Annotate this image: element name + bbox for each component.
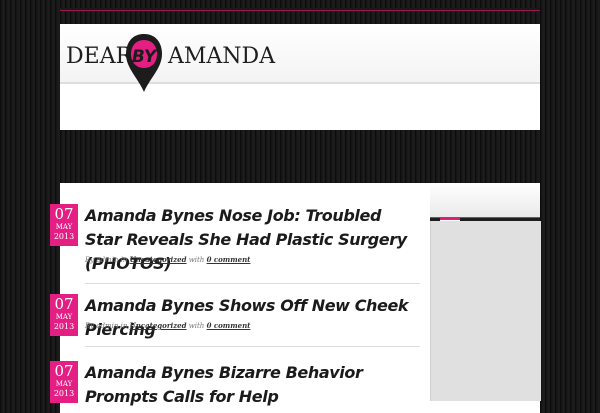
- date-badge: 07 MAY 2013: [50, 361, 78, 403]
- comments-link[interactable]: 0 comment: [207, 255, 251, 264]
- date-badge: 07 MAY 2013: [50, 294, 78, 336]
- category-link[interactable]: Uncategorized: [130, 255, 187, 264]
- date-year: 2013: [53, 389, 75, 398]
- post-meta: By admin in Uncategorized with 0 comment: [85, 255, 250, 264]
- header-bar: DEAR BY AMANDA: [60, 24, 540, 92]
- date-year: 2013: [53, 232, 75, 241]
- category-link[interactable]: Uncategorized: [130, 321, 187, 330]
- site-header: DEAR BY AMANDA: [60, 24, 540, 130]
- meta-author: admin: [96, 256, 119, 264]
- post-title-link[interactable]: Amanda Bynes Bizarre Behavior Prompts Ca…: [85, 361, 420, 409]
- post-divider: [85, 346, 420, 347]
- date-month: MAY: [55, 313, 73, 321]
- date-month: MAY: [55, 223, 73, 231]
- logo-pin-icon: BY: [126, 34, 162, 92]
- post-divider: [85, 283, 420, 284]
- date-year: 2013: [53, 322, 75, 331]
- meta-in: in: [120, 322, 128, 330]
- date-day: 07: [54, 295, 74, 313]
- meta-with: with: [188, 256, 205, 264]
- date-badge: 07 MAY 2013: [50, 204, 78, 246]
- date-day: 07: [54, 362, 74, 380]
- meta-with: with: [188, 322, 205, 330]
- sidebar: [430, 221, 541, 401]
- logo-word-amanda: AMANDA: [168, 44, 276, 69]
- post-title-link[interactable]: Amanda Bynes Nose Job: Troubled Star Rev…: [85, 204, 420, 276]
- meta-by: By: [85, 256, 95, 264]
- sidebar-header: [430, 183, 540, 218]
- date-day: 07: [54, 205, 74, 223]
- post-meta: By admin in Uncategorized with 0 comment: [85, 321, 250, 330]
- site-logo[interactable]: DEAR BY AMANDA: [66, 30, 316, 92]
- meta-author: admin: [96, 322, 119, 330]
- top-bar-accent-line: [60, 10, 540, 11]
- logo-badge-text: BY: [132, 47, 158, 67]
- meta-in: in: [120, 256, 128, 264]
- meta-by: By: [85, 322, 95, 330]
- logo-word-dear: DEAR: [66, 44, 133, 69]
- post-title-link[interactable]: Amanda Bynes Shows Off New Cheek Piercin…: [85, 294, 420, 342]
- date-month: MAY: [55, 380, 73, 388]
- comments-link[interactable]: 0 comment: [207, 321, 251, 330]
